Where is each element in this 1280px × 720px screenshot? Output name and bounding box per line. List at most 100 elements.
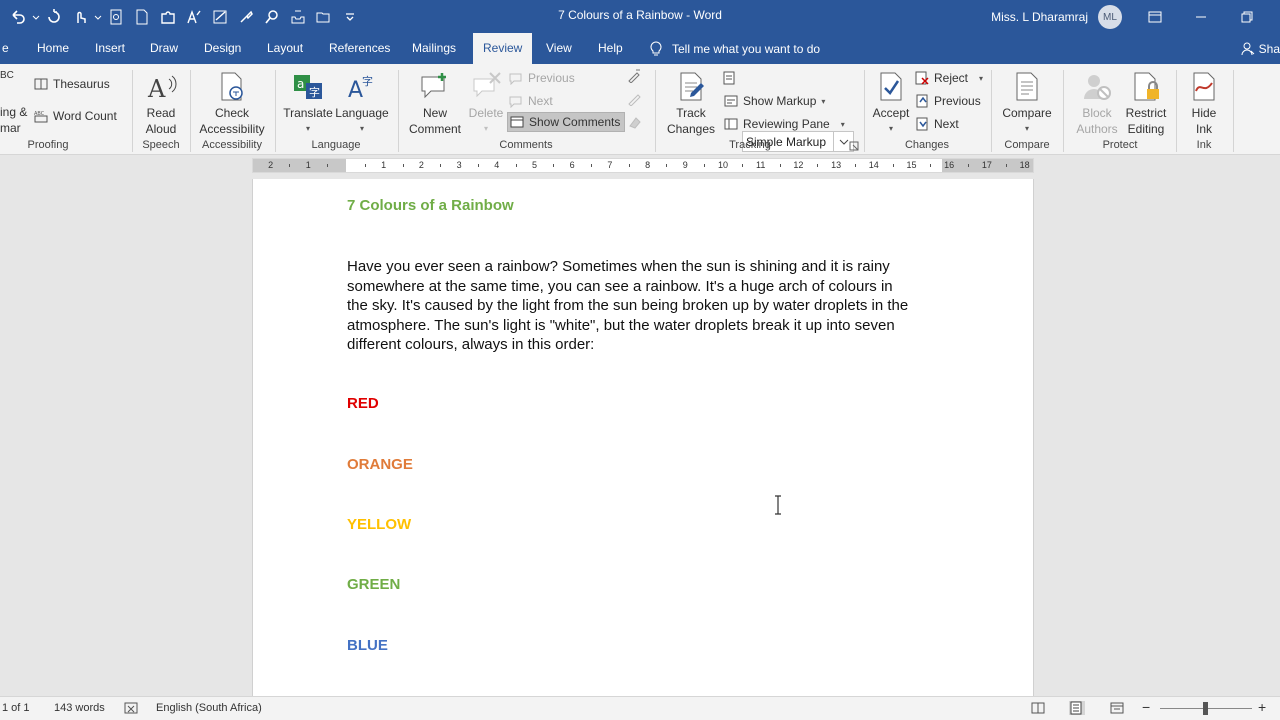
colour-blue[interactable]: BLUE — [347, 637, 388, 654]
print-preview-icon[interactable] — [104, 5, 128, 29]
block-authors-button[interactable]: Block Authors — [1070, 70, 1124, 137]
touch-mode-icon[interactable] — [68, 5, 92, 29]
zoom-in-button[interactable]: + — [1258, 699, 1266, 715]
undo-icon[interactable] — [6, 5, 30, 29]
tab-design[interactable]: Design — [194, 33, 251, 64]
tab-insert[interactable]: Insert — [85, 33, 135, 64]
show-comments-button[interactable]: Show Comments — [507, 112, 626, 132]
inbox-icon[interactable] — [286, 5, 310, 29]
zoom-slider-thumb[interactable] — [1203, 702, 1208, 715]
paintbrush-icon[interactable] — [234, 5, 258, 29]
restrict-editing-button[interactable]: Restrict Editing — [1122, 70, 1170, 137]
word-count[interactable]: 143 words — [54, 702, 105, 714]
ink-comment-icon[interactable] — [627, 66, 641, 86]
check-accessibility-button[interactable]: Check Accessibility — [196, 70, 268, 137]
colour-green[interactable]: GREEN — [347, 576, 400, 593]
horizontal-ruler[interactable]: 2 1 1 2 3 4 5 6 7 8 9 10 11 12 13 14 15 16 17 18 — [252, 158, 1034, 173]
reject-dropdown-icon: ▾ — [979, 73, 984, 83]
ruler-number: 8 — [645, 160, 651, 170]
track-changes-button[interactable]: Track Changes — [662, 70, 720, 137]
proofing-status-icon[interactable] — [124, 701, 140, 715]
language-status[interactable]: English (South Africa) — [156, 702, 262, 714]
thesaurus-button[interactable]: Thesaurus — [34, 74, 110, 94]
tab-references[interactable]: References — [319, 33, 400, 64]
new-document-icon[interactable] — [130, 5, 154, 29]
tab-draw[interactable]: Draw — [140, 33, 188, 64]
tab-review[interactable]: Review — [473, 33, 533, 64]
tab-file[interactable]: e — [0, 33, 19, 64]
tracking-dialog-launcher-icon[interactable] — [849, 141, 859, 151]
ribbon-tabs: e Home Insert Draw Design Layout Referen… — [0, 33, 1280, 64]
tab-view[interactable]: View — [536, 33, 582, 64]
tell-me-search[interactable]: Tell me what you want to do — [648, 33, 820, 64]
document-page[interactable]: 7 Colours of a Rainbow Have you ever see… — [252, 179, 1034, 699]
pen-icon[interactable] — [627, 89, 641, 109]
reviewing-pane-label: Reviewing Pane — [743, 117, 830, 131]
undo-dropdown-icon[interactable] — [32, 5, 40, 29]
compare-button[interactable]: Compare ▾ — [998, 70, 1056, 137]
hide-ink-button[interactable]: Hide Ink — [1182, 70, 1226, 137]
reviewing-pane-dropdown-icon: ▾ — [840, 119, 845, 129]
touch-dropdown-icon[interactable] — [94, 5, 102, 29]
open-folder-icon[interactable] — [312, 5, 336, 29]
reject-button[interactable]: Reject ▾ — [915, 68, 983, 88]
zoom-out-button[interactable]: − — [1142, 699, 1150, 715]
abc-label: BC — [0, 69, 14, 81]
document-paragraph[interactable]: Have you ever seen a rainbow? Sometimes … — [347, 257, 947, 355]
delete-comment-label: Delete — [468, 106, 504, 120]
share-button[interactable]: Sha — [1241, 33, 1280, 64]
accept-label: Accept — [872, 106, 910, 120]
word-count-button[interactable]: ABC Word Count — [34, 106, 117, 126]
ruler-number: 9 — [682, 160, 688, 170]
customize-qat-icon[interactable] — [338, 5, 362, 29]
next-comment-button[interactable]: Next — [509, 91, 553, 111]
restore-button[interactable] — [1224, 0, 1270, 33]
tab-mailings[interactable]: Mailings — [402, 33, 466, 64]
colour-red[interactable]: RED — [347, 395, 379, 412]
puzzle-icon[interactable] — [156, 5, 180, 29]
new-comment-icon — [418, 70, 452, 104]
next-change-button[interactable]: Next — [915, 114, 959, 134]
chart-edit-icon[interactable] — [208, 5, 232, 29]
ruler-number: 10 — [717, 160, 728, 170]
ribbon-display-options-icon[interactable] — [1132, 0, 1178, 33]
print-layout-icon[interactable] — [1069, 701, 1085, 715]
ruler-number: 1 — [381, 160, 387, 170]
ruler-tick — [327, 164, 329, 167]
colour-orange[interactable]: ORANGE — [347, 456, 413, 473]
read-aloud-button[interactable]: A Read Aloud — [140, 70, 182, 137]
tab-help[interactable]: Help — [588, 33, 633, 64]
web-layout-icon[interactable] — [1110, 701, 1126, 715]
ruler-number: 2 — [268, 160, 274, 170]
text-format-icon[interactable] — [182, 5, 206, 29]
delete-comment-button[interactable]: Delete ▾ — [466, 70, 506, 137]
page-count[interactable]: 1 of 1 — [2, 702, 30, 714]
new-comment-label-1: New — [422, 106, 447, 120]
read-mode-icon[interactable] — [1031, 701, 1047, 715]
show-markup-button[interactable]: Show Markup ▾ — [724, 91, 825, 111]
colour-yellow[interactable]: YELLOW — [347, 516, 411, 533]
new-comment-label-2: Comment — [408, 122, 461, 136]
tab-home[interactable]: Home — [27, 33, 79, 64]
redo-icon[interactable] — [42, 5, 66, 29]
new-comment-button[interactable]: New Comment — [404, 70, 466, 137]
show-markup-dropdown-icon: ▾ — [821, 96, 826, 106]
previous-change-button[interactable]: Previous — [915, 91, 981, 111]
document-heading[interactable]: 7 Colours of a Rainbow — [347, 197, 514, 214]
reviewing-pane-button[interactable]: Reviewing Pane ▾ — [724, 114, 845, 134]
search-icon[interactable] — [260, 5, 284, 29]
language-button[interactable]: A字 Language ▾ — [334, 70, 390, 137]
ruler-number: 13 — [831, 160, 842, 170]
delete-dropdown-icon: ▾ — [483, 124, 488, 133]
tab-layout[interactable]: Layout — [257, 33, 313, 64]
previous-comment-button[interactable]: Previous — [509, 68, 575, 88]
read-aloud-icon: A — [144, 70, 178, 104]
user-account[interactable]: Miss. L Dharamraj ML — [991, 5, 1122, 29]
accept-button[interactable]: Accept ▾ — [870, 70, 912, 137]
svg-text:字: 字 — [309, 85, 320, 99]
eraser-icon[interactable] — [627, 112, 641, 132]
translate-button[interactable]: a字 Translate ▾ — [282, 70, 334, 137]
spelling-grammar-line2[interactable]: mar — [0, 118, 21, 138]
avatar[interactable]: ML — [1098, 5, 1122, 29]
minimize-button[interactable] — [1178, 0, 1224, 33]
